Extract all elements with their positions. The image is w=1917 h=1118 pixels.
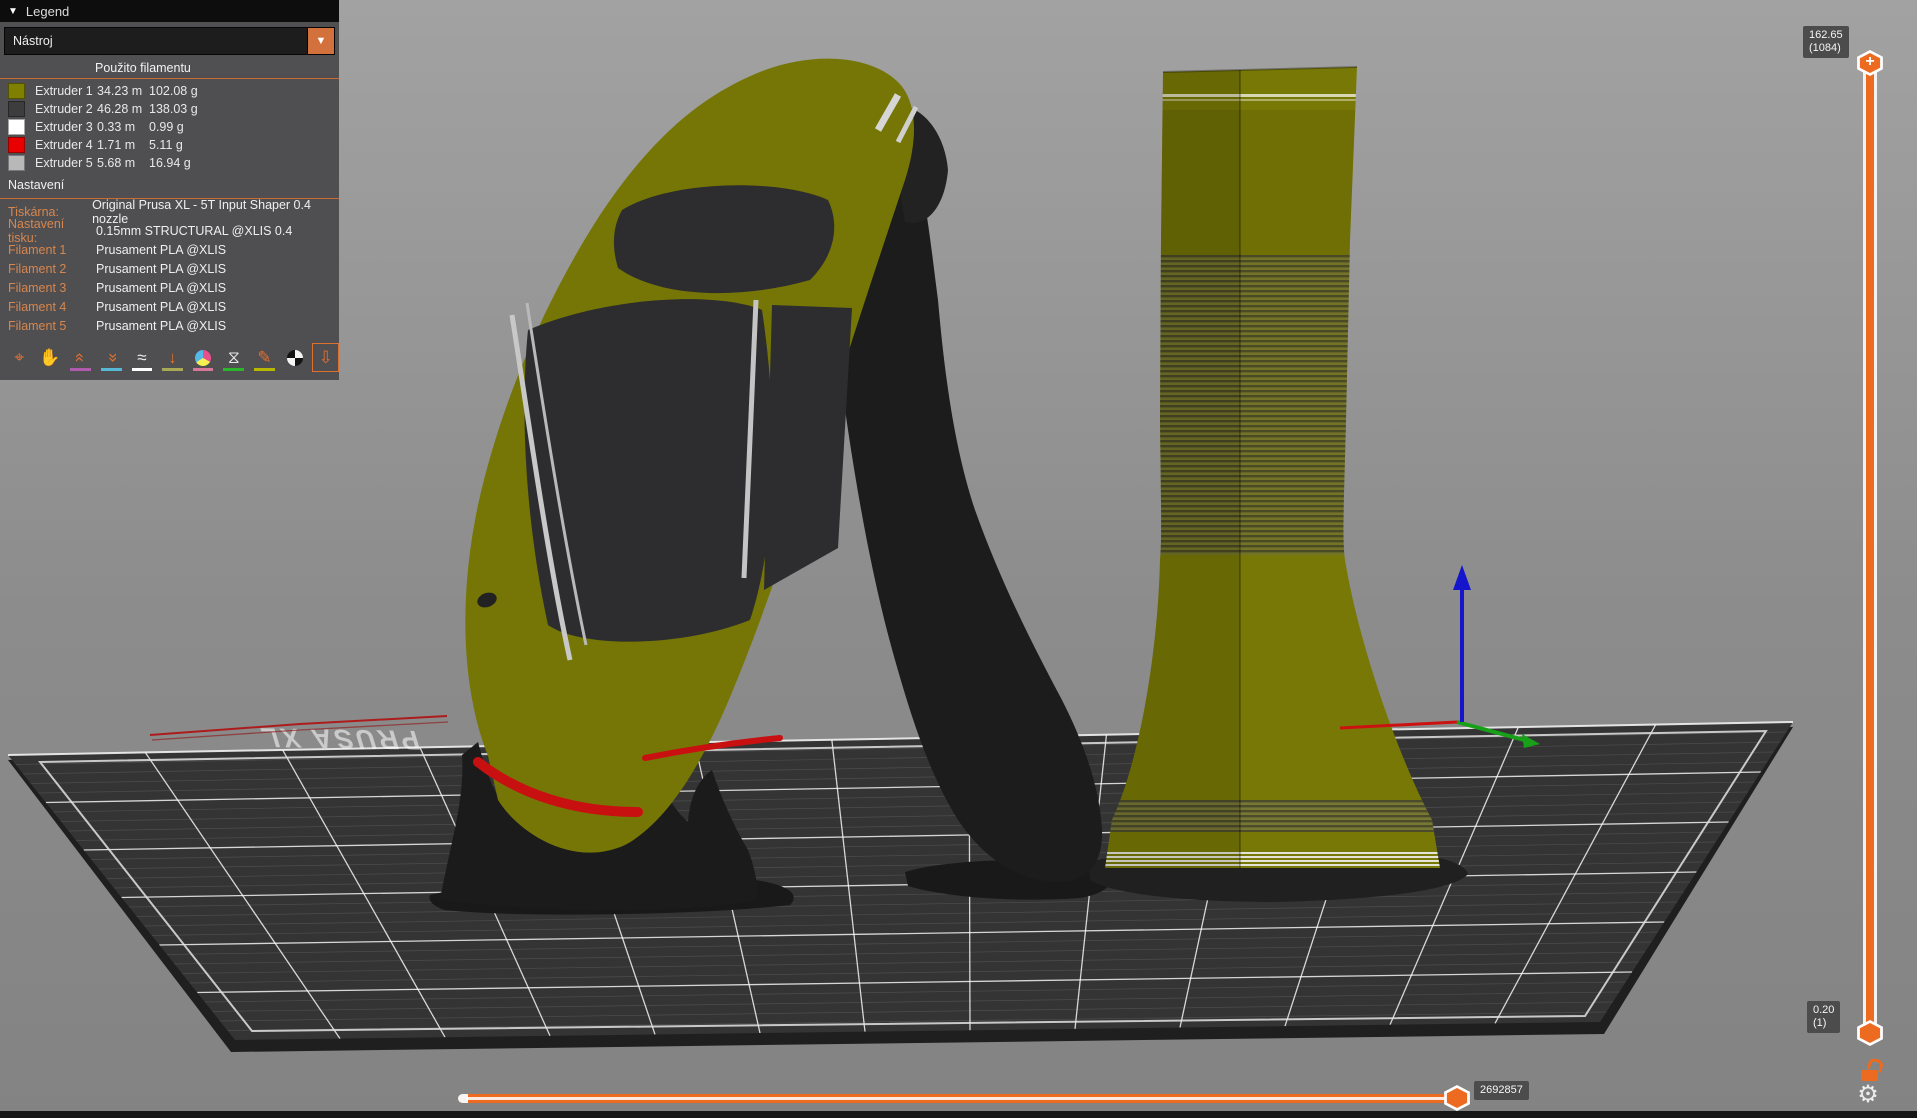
legend-collapse-header[interactable]: ▼ Legend [0,0,339,22]
extruder-row[interactable]: Extruder 3 0.33 m 0.99 g [0,118,339,136]
print-bed: PRUSA XL [8,722,1793,1052]
extruder-color-swatch[interactable] [8,83,25,99]
lock-sliders-icon[interactable] [1861,1066,1879,1081]
add-color-change-icon: + [1856,53,1884,71]
extruder-weight: 138.03 g [149,102,219,116]
setting-value: Prusament PLA @XLIS [96,281,226,295]
slicer-preview-window: PRUSA XL [0,0,1917,1118]
color-wheel-icon[interactable] [190,343,217,372]
setting-label: Filament 5 [8,319,96,333]
hourglass-icon[interactable]: ⧖ [220,343,247,372]
setting-label: Filament 2 [8,262,96,276]
extruder-row[interactable]: Extruder 1 34.23 m 102.08 g [0,82,339,100]
filament-usage-header: Použito filamentu [95,61,339,75]
setting-value: 0.15mm STRUCTURAL @XLIS 0.4 [96,224,292,238]
move-slider-core [466,1097,1454,1100]
setting-row: Filament 3 Prusament PLA @XLIS [0,278,339,297]
layer-slider-bottom-badge: 0.20 (1) [1807,1001,1840,1033]
extruder-color-swatch[interactable] [8,119,25,135]
setting-value: Prusament PLA @XLIS [96,319,226,333]
setting-label: Filament 3 [8,281,96,295]
wipe-hand-icon[interactable]: ✋ [37,343,64,372]
dropdown-arrow-icon[interactable]: ▼ [307,28,334,54]
extruder-length: 5.68 m [97,156,149,170]
shells-icon[interactable] [282,343,309,372]
extruder-color-swatch[interactable] [8,137,25,153]
setting-value: Prusament PLA @XLIS [96,300,226,314]
setting-row: Nastavení tisku: 0.15mm STRUCTURAL @XLIS… [0,221,339,240]
extruder-color-swatch[interactable] [8,101,25,117]
feature-toggle-toolbar: ⌖✋««≈↓⧖✎⇩ [0,335,339,374]
setting-label: Filament 4 [8,300,96,314]
gear-icon[interactable]: ⚙ [1855,1082,1881,1108]
extruder-name: Extruder 3 [35,120,97,134]
layer-slider-track[interactable] [1863,63,1877,1033]
setting-row: Filament 2 Prusament PLA @XLIS [0,259,339,278]
setting-value: Prusament PLA @XLIS [96,243,226,257]
extruder-table: Extruder 1 34.23 m 102.08 g Extruder 2 4… [0,82,339,172]
extruder-length: 34.23 m [97,84,149,98]
deretractions-icon[interactable]: « [98,343,125,372]
extruder-weight: 0.99 g [149,120,219,134]
tool-change-icon[interactable]: ↓ [159,343,186,372]
settings-section-header: Nastavení [0,172,339,196]
move-slider-value-badge: 2692857 [1474,1081,1529,1100]
extruder-name: Extruder 2 [35,102,97,116]
side-windows [764,305,852,590]
extruder-row[interactable]: Extruder 5 5.68 m 16.94 g [0,154,339,172]
move-slider-track[interactable] [458,1094,1458,1103]
settings-table: Tiskárna: Original Prusa XL - 5T Input S… [0,202,339,335]
setting-value: Original Prusa XL - 5T Input Shaper 0.4 … [92,198,339,226]
legend-panel: ▼ Legend Nástroj ▼ Použito filamentu Ext… [0,0,339,380]
setting-row: Filament 1 Prusament PLA @XLIS [0,240,339,259]
extruder-length: 0.33 m [97,120,149,134]
extruder-name: Extruder 1 [35,84,97,98]
rear-window [614,185,834,293]
separator [0,78,339,79]
collapse-triangle-icon: ▼ [8,6,18,17]
setting-label: Nastavení tisku: [8,217,96,245]
extruder-weight: 102.08 g [149,84,219,98]
view-type-dropdown[interactable]: Nástroj ▼ [4,27,335,55]
bottom-bar [0,1111,1917,1118]
setting-label: Filament 1 [8,243,96,257]
view-type-value: Nástroj [5,34,61,48]
extruder-length: 46.28 m [97,102,149,116]
setting-row: Filament 4 Prusament PLA @XLIS [0,297,339,316]
extruder-weight: 5.11 g [149,138,219,152]
seams-icon[interactable]: ≈ [129,343,156,372]
printer-marker-icon[interactable]: ⌖ [6,343,33,372]
extruder-name: Extruder 5 [35,156,97,170]
extruder-name: Extruder 4 [35,138,97,152]
layer-slider-top-badge: 162.65 (1084) [1803,26,1849,58]
extruder-row[interactable]: Extruder 4 1.71 m 5.11 g [0,136,339,154]
layer-slider-core [1866,67,1874,1029]
wipe-tower [1090,67,1450,873]
extruder-row[interactable]: Extruder 2 46.28 m 138.03 g [0,100,339,118]
retractions-icon[interactable]: « [67,343,94,372]
extruder-color-swatch[interactable] [8,155,25,171]
legend-title: Legend [26,4,69,19]
extruder-length: 1.71 m [97,138,149,152]
legend-toggle-icon[interactable]: ⇩ [312,343,339,372]
setting-row: Filament 5 Prusament PLA @XLIS [0,316,339,335]
custom-gcode-icon[interactable]: ✎ [251,343,278,372]
roof-glass [524,299,772,641]
setting-value: Prusament PLA @XLIS [96,262,226,276]
extruder-weight: 16.94 g [149,156,219,170]
